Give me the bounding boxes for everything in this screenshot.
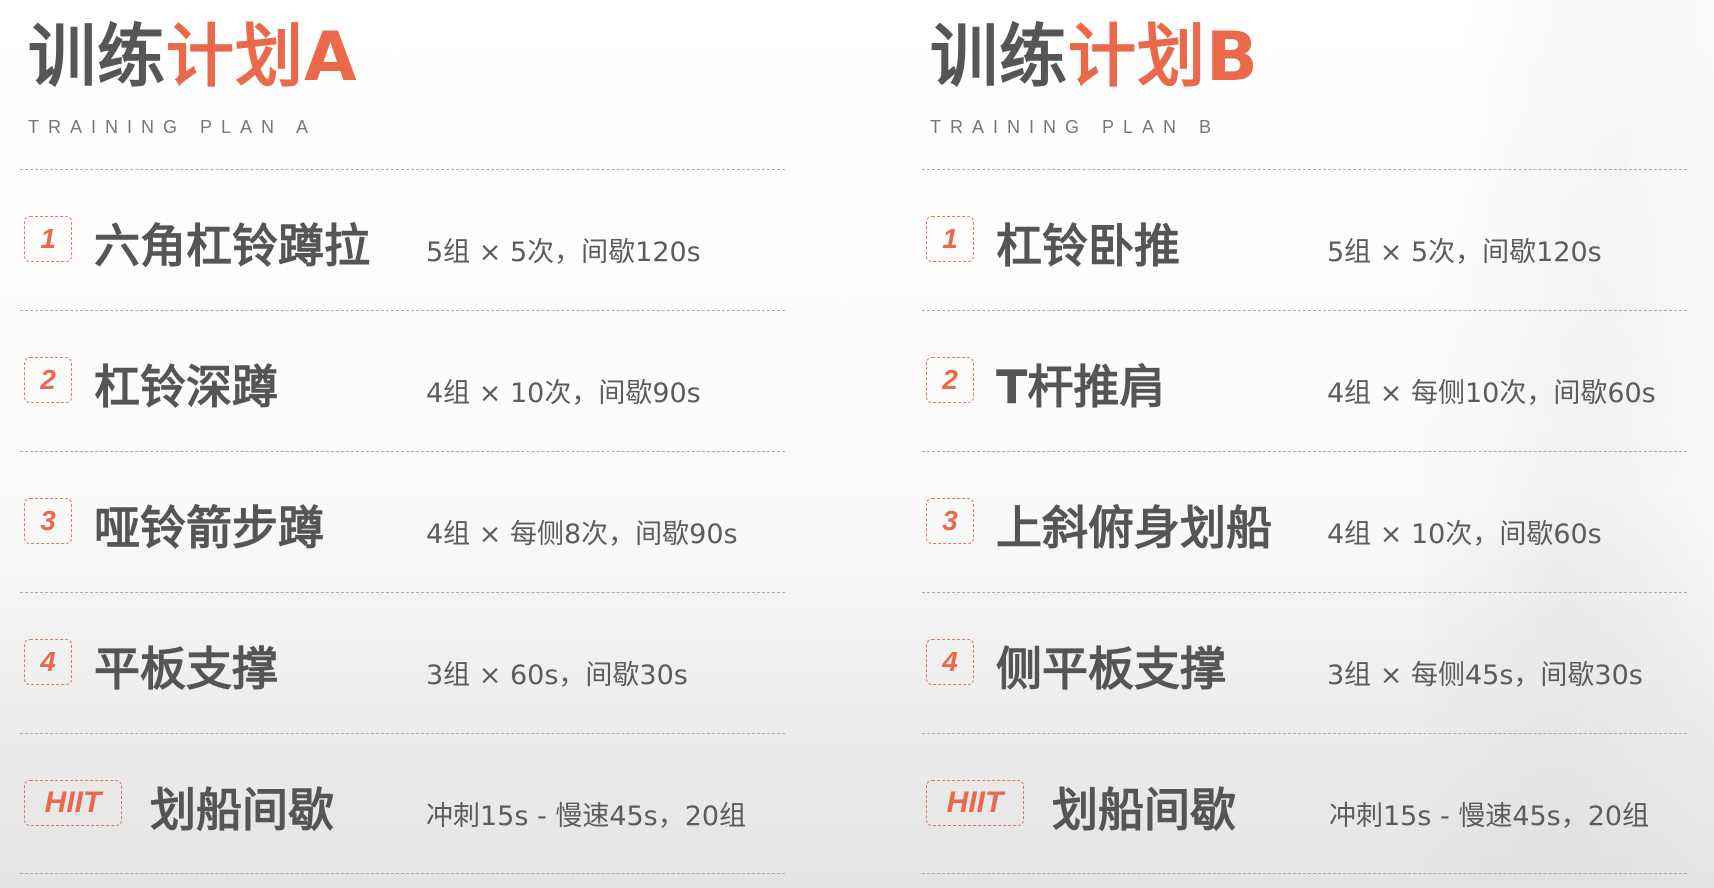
plan-b-exercise-list: 1 杠铃卧推 5组 × 5次，间歇120s 2 T杆推肩 4组 × 每侧10次，… bbox=[922, 169, 1687, 874]
exercise-number-badge: 2 bbox=[24, 357, 72, 403]
exercise-number-badge: 4 bbox=[926, 639, 974, 685]
exercise-name: 上斜俯身划船 bbox=[996, 501, 1272, 555]
exercise-number-badge: 3 bbox=[926, 498, 974, 544]
exercise-row: 1 六角杠铃蹲拉 5组 × 5次，间歇120s bbox=[20, 169, 785, 310]
plan-b-title-prefix: 训练 bbox=[930, 18, 1069, 97]
exercise-row: 3 哑铃箭步蹲 4组 × 每侧8次，间歇90s bbox=[20, 451, 785, 592]
exercise-detail: 5组 × 5次，间歇120s bbox=[426, 237, 701, 268]
exercise-detail: 冲刺15s - 慢速45s，20组 bbox=[1329, 801, 1650, 832]
exercise-name: 划船间歇 bbox=[1052, 783, 1236, 837]
exercise-number-badge: 2 bbox=[926, 357, 974, 403]
exercise-name: 划船间歇 bbox=[150, 783, 334, 837]
exercise-row: 2 T杆推肩 4组 × 每侧10次，间歇60s bbox=[922, 310, 1687, 451]
plan-b-title: 训练计划B bbox=[930, 24, 1259, 92]
hiit-badge: HIIT bbox=[24, 780, 122, 826]
plan-a-title-prefix: 训练 bbox=[28, 18, 167, 97]
exercise-detail: 冲刺15s - 慢速45s，20组 bbox=[426, 801, 747, 832]
plan-a-title: 训练计划A bbox=[28, 24, 358, 92]
plan-a-subtitle: TRAINING PLAN A bbox=[28, 117, 318, 137]
exercise-row: 1 杠铃卧推 5组 × 5次，间歇120s bbox=[922, 169, 1687, 310]
exercise-row: 4 侧平板支撑 3组 × 每侧45s，间歇30s bbox=[922, 592, 1687, 733]
exercise-number-badge: 1 bbox=[926, 216, 974, 262]
exercise-name: 哑铃箭步蹲 bbox=[94, 501, 324, 555]
plan-b-title-accent: 计划B bbox=[1068, 18, 1259, 97]
exercise-row: 3 上斜俯身划船 4组 × 10次，间歇60s bbox=[922, 451, 1687, 592]
exercise-detail: 4组 × 每侧8次，间歇90s bbox=[426, 519, 738, 550]
exercise-number-badge: 1 bbox=[24, 216, 72, 262]
hiit-badge: HIIT bbox=[926, 780, 1024, 826]
exercise-detail: 3组 × 60s，间歇30s bbox=[426, 660, 688, 691]
exercise-name: 侧平板支撑 bbox=[996, 642, 1226, 696]
exercise-detail: 4组 × 10次，间歇60s bbox=[1327, 519, 1602, 550]
exercise-row: HIIT 划船间歇 冲刺15s - 慢速45s，20组 bbox=[922, 733, 1687, 874]
exercise-detail: 4组 × 每侧10次，间歇60s bbox=[1327, 378, 1656, 409]
exercise-name: 平板支撑 bbox=[94, 642, 278, 696]
plan-a-title-accent: 计划A bbox=[166, 18, 358, 97]
exercise-name: 六角杠铃蹲拉 bbox=[94, 219, 370, 273]
exercise-name: 杠铃卧推 bbox=[996, 219, 1180, 273]
plan-a-exercise-list: 1 六角杠铃蹲拉 5组 × 5次，间歇120s 2 杠铃深蹲 4组 × 10次，… bbox=[20, 169, 785, 874]
exercise-number-badge: 3 bbox=[24, 498, 72, 544]
exercise-detail: 3组 × 每侧45s，间歇30s bbox=[1327, 660, 1643, 691]
exercise-detail: 4组 × 10次，间歇90s bbox=[426, 378, 701, 409]
exercise-name: 杠铃深蹲 bbox=[94, 360, 278, 414]
exercise-name: T杆推肩 bbox=[996, 360, 1166, 414]
exercise-number-badge: 4 bbox=[24, 639, 72, 685]
exercise-detail: 5组 × 5次，间歇120s bbox=[1327, 237, 1602, 268]
exercise-row: 2 杠铃深蹲 4组 × 10次，间歇90s bbox=[20, 310, 785, 451]
exercise-row: 4 平板支撑 3组 × 60s，间歇30s bbox=[20, 592, 785, 733]
plan-b-subtitle: TRAINING PLAN B bbox=[930, 117, 1221, 137]
exercise-row: HIIT 划船间歇 冲刺15s - 慢速45s，20组 bbox=[20, 733, 785, 874]
